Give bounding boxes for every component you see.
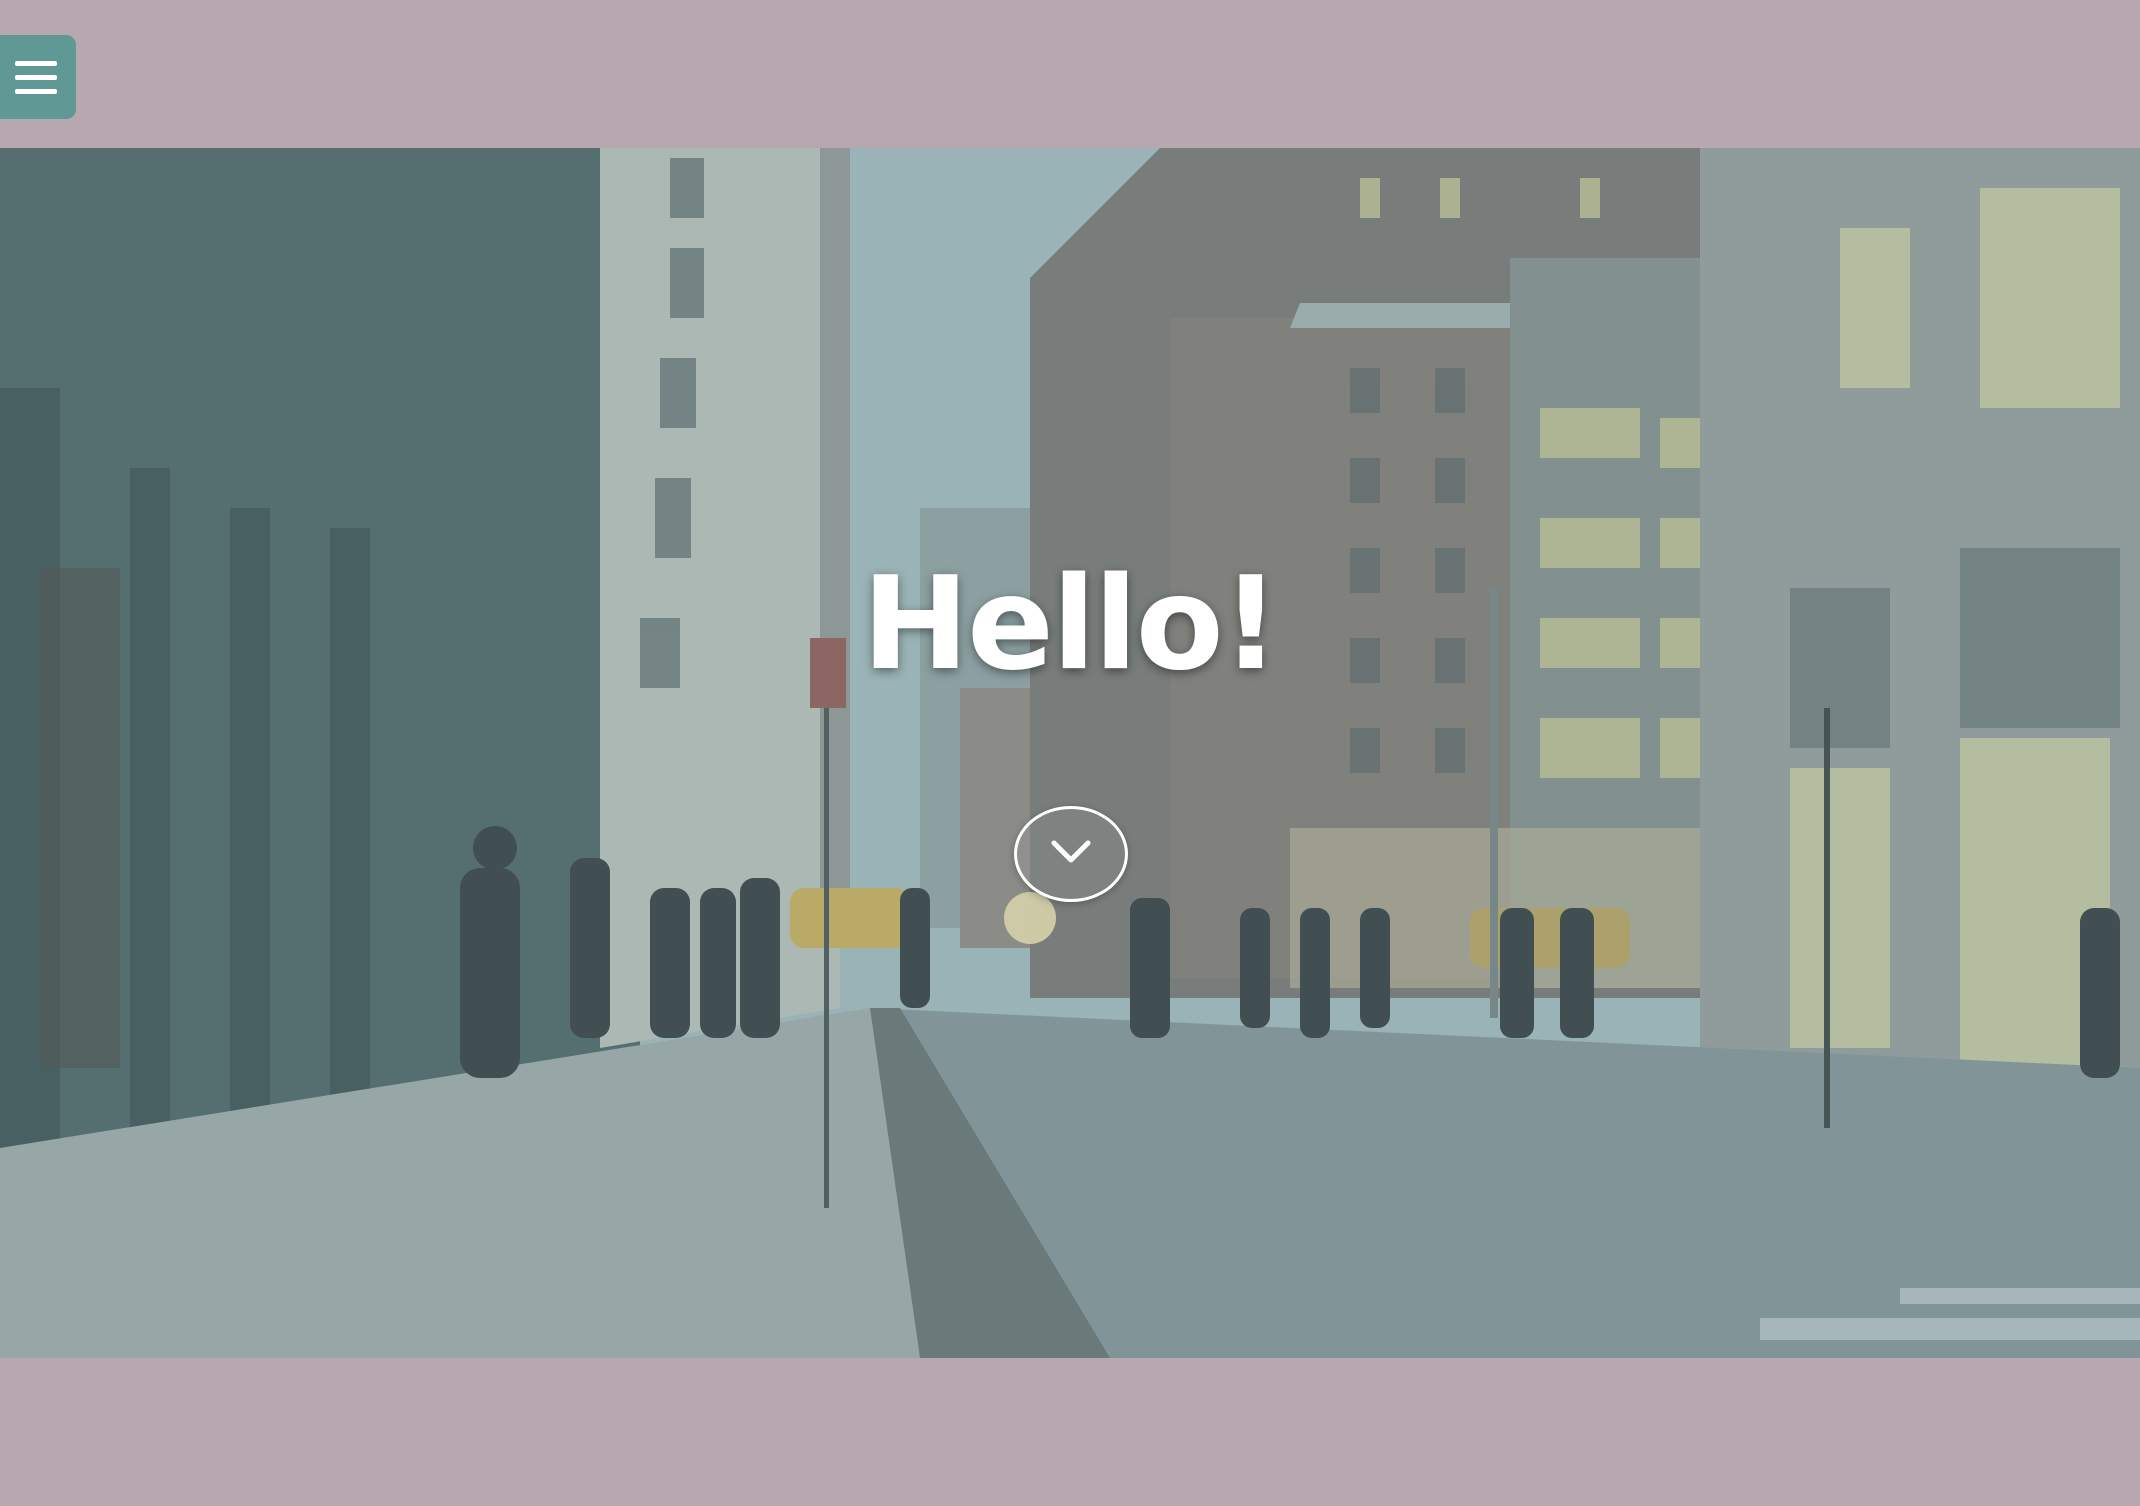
chevron-down-icon bbox=[1051, 840, 1091, 863]
hamburger-menu-icon-bar-top bbox=[15, 61, 57, 66]
hamburger-menu-icon-bar-middle bbox=[15, 75, 57, 80]
menu-button[interactable] bbox=[0, 35, 76, 119]
scroll-down-button[interactable] bbox=[1014, 806, 1128, 902]
hero-section: Hello! bbox=[0, 148, 2140, 1358]
hero-background-image bbox=[0, 148, 2140, 1358]
hero-title: Hello! bbox=[862, 550, 1280, 699]
hamburger-menu-icon-bar-bottom bbox=[15, 89, 57, 94]
